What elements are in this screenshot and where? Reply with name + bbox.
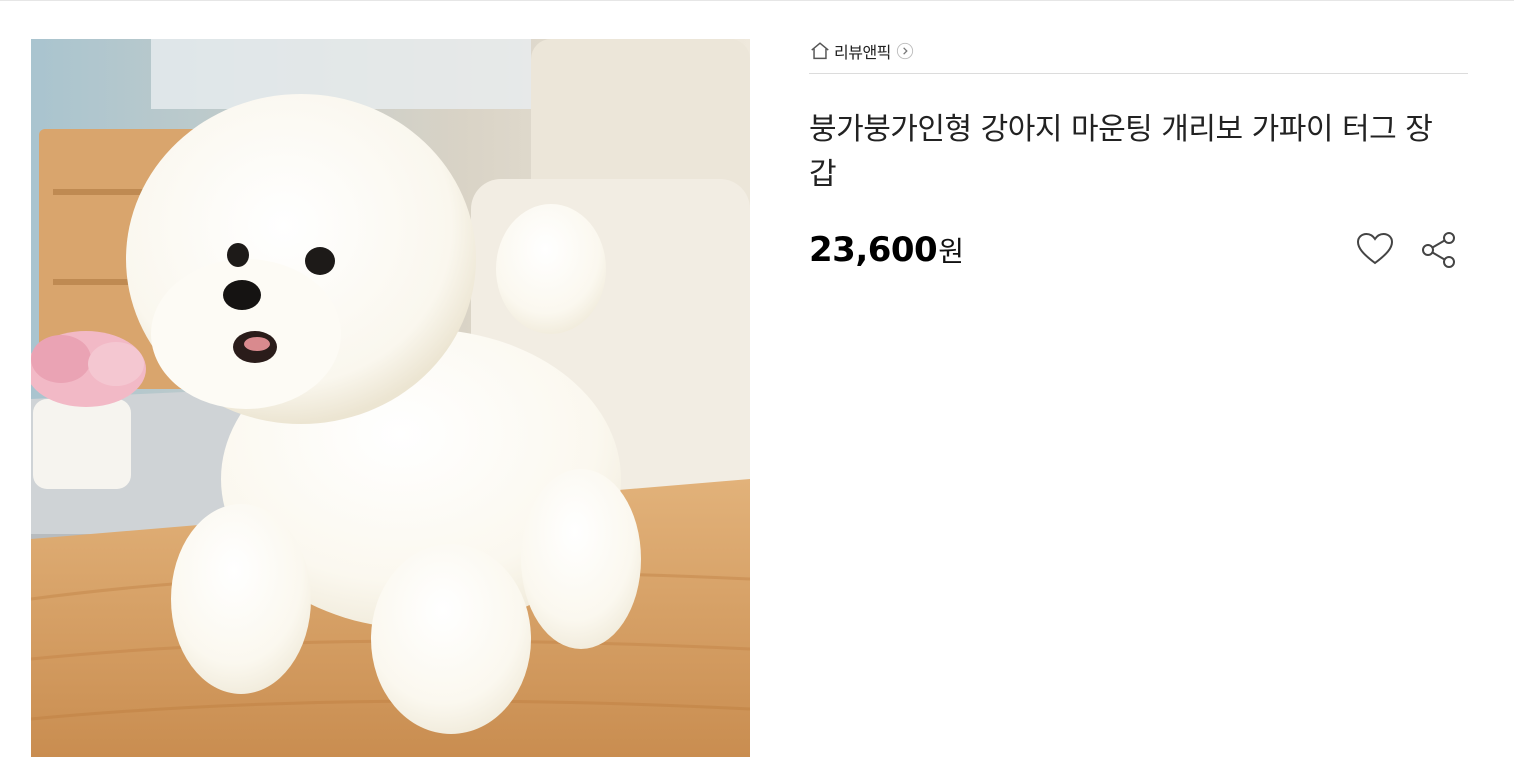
chevron-right-icon[interactable] [896,42,914,60]
home-icon[interactable] [809,40,831,62]
store-link[interactable]: 리뷰앤픽 [834,39,891,63]
price: 23,600원 [809,230,964,270]
price-row: 23,600원 [809,230,1468,274]
product-photo [31,39,750,757]
like-button[interactable] [1355,230,1395,270]
share-icon [1422,232,1455,268]
top-divider [0,0,1514,1]
price-value: 23,600 [809,230,938,270]
heart-icon [1356,232,1394,265]
product-info: 리뷰앤픽 붕가붕가인형 강아지 마운팅 개리보 가파이 터그 장갑 23,600… [809,36,1468,274]
breadcrumb: 리뷰앤픽 [809,36,1468,74]
product-title: 붕가붕가인형 강아지 마운팅 개리보 가파이 터그 장갑 [809,112,1433,192]
price-currency: 원 [938,235,964,268]
product-image [31,39,750,757]
share-button[interactable] [1419,230,1459,270]
